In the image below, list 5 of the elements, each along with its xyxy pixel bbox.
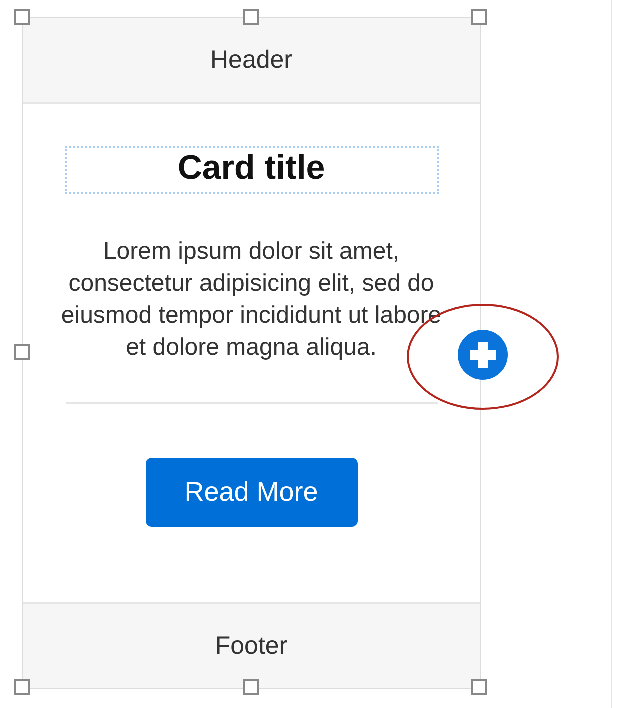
- read-more-button[interactable]: Read More: [146, 458, 358, 527]
- card-text: Lorem ipsum dolor sit amet, consectetur adipisicing elit, sed do eiusmod tempor incididunt ut labore et dolore magna aliqua.: [60, 237, 443, 363]
- card-header: Header: [23, 18, 480, 104]
- card-title[interactable]: Card title: [64, 146, 438, 194]
- card-footer: Footer: [23, 602, 480, 688]
